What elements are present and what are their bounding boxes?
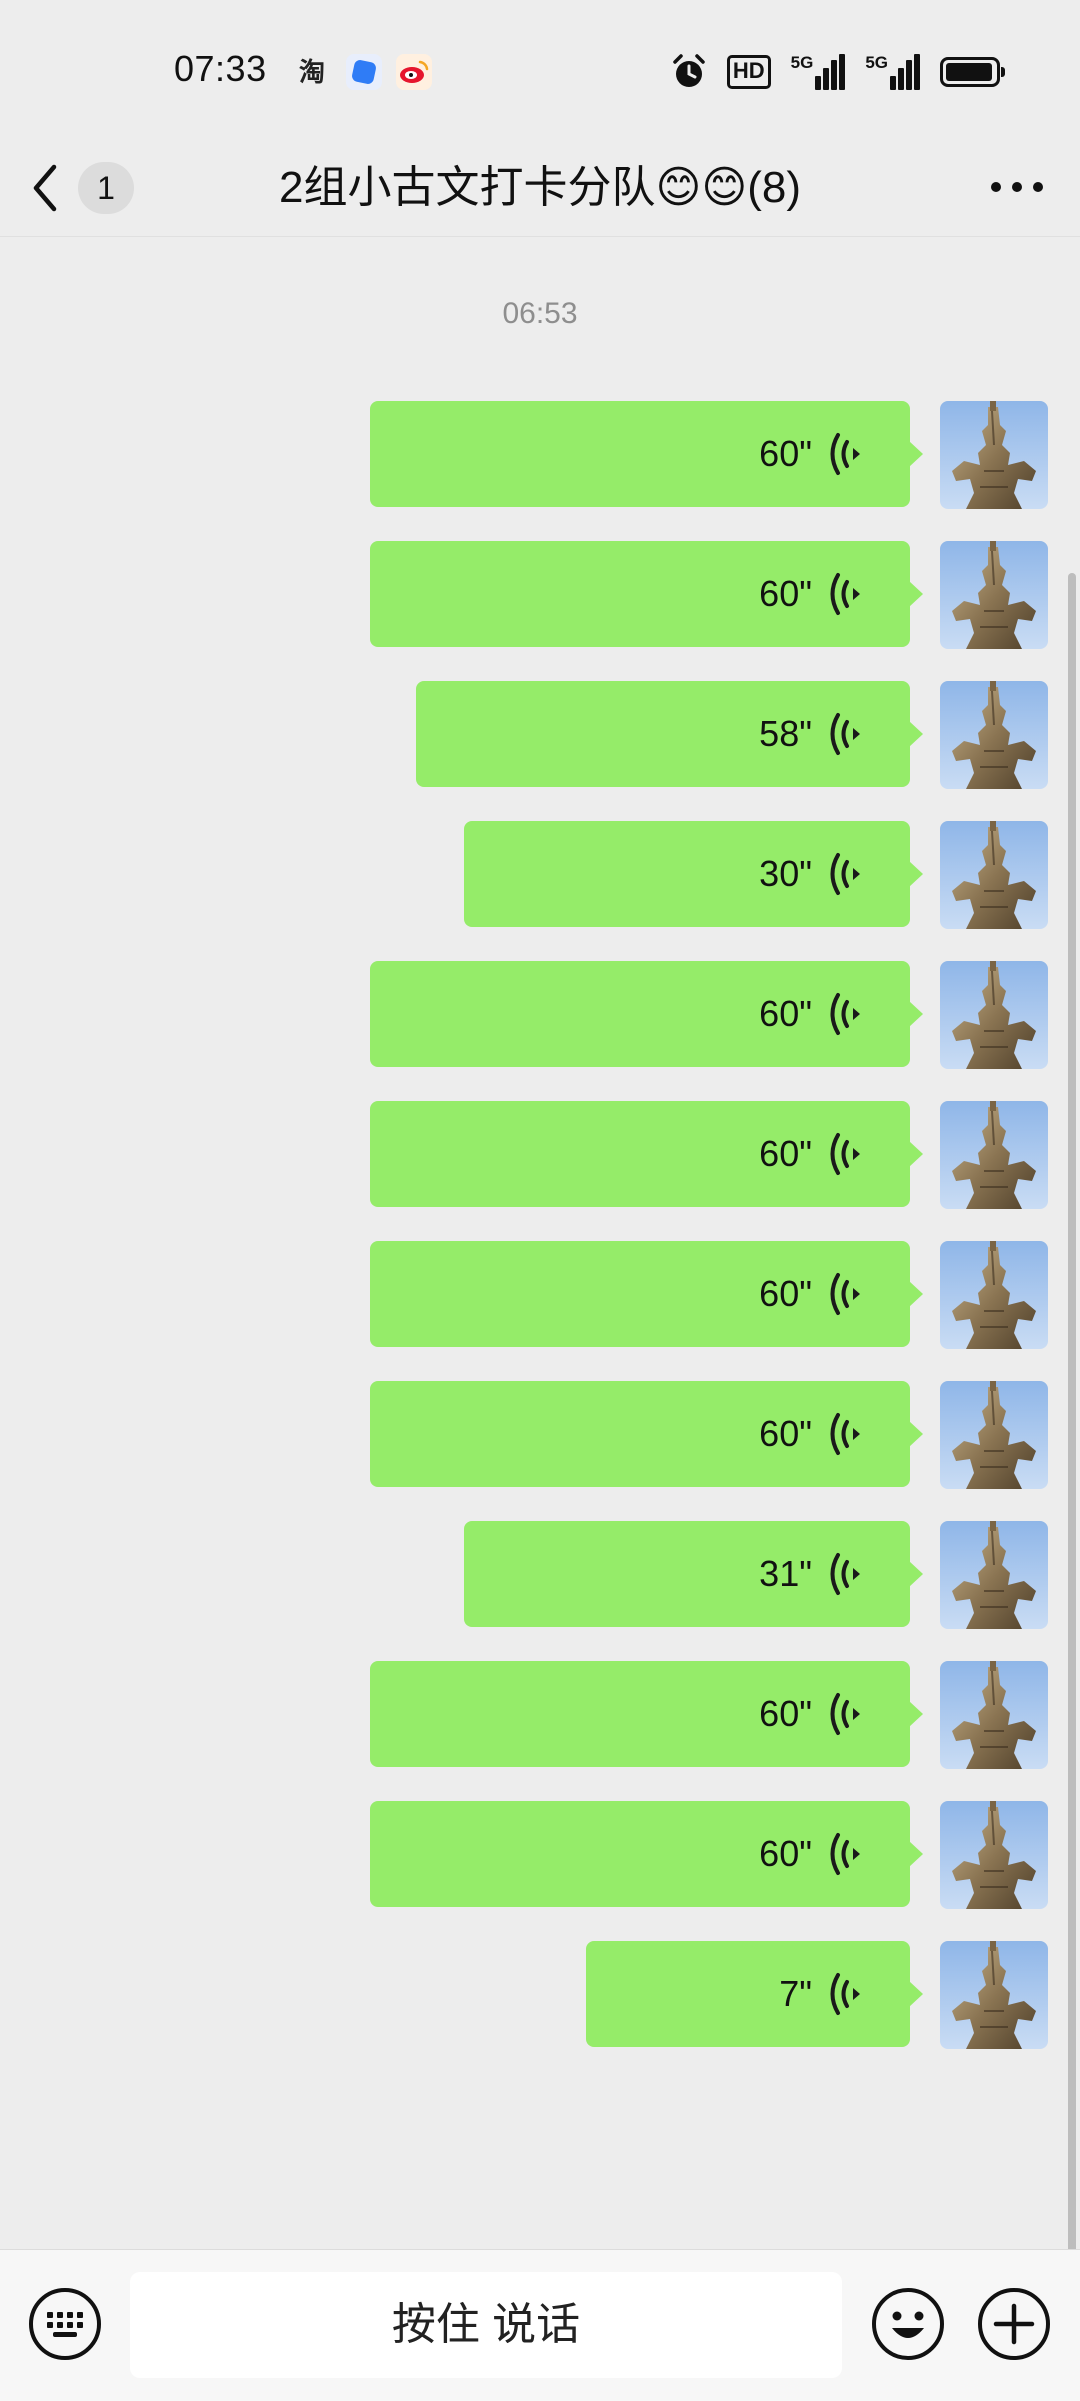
voice-message-bubble[interactable]: 60" <box>370 1381 923 1487</box>
message-row: 60" <box>370 401 1048 509</box>
battery-icon <box>940 57 1005 87</box>
voice-wave-icon <box>830 1413 860 1455</box>
message-row: 31" <box>464 1521 1048 1629</box>
unread-count-badge: 1 <box>78 162 134 214</box>
scrollbar[interactable] <box>1068 573 1076 2313</box>
status-bar: 07:33 淘 HD 5G 5G <box>0 0 1080 140</box>
voice-duration: 30" <box>759 853 812 894</box>
more-icon <box>991 182 1043 192</box>
chat-messages-area[interactable]: 06:53 60" 60" 58" 30" 60" 60" 60" 60" 31" 60" 60" 7… <box>0 237 1080 2313</box>
signal-icon-2: 5G <box>865 54 920 90</box>
user-avatar[interactable] <box>940 1521 1048 1629</box>
voice-duration: 60" <box>759 1273 812 1314</box>
voice-message-bubble[interactable]: 60" <box>370 401 923 507</box>
message-row: 30" <box>464 821 1048 929</box>
user-avatar[interactable] <box>940 1381 1048 1489</box>
message-row: 60" <box>370 1381 1048 1489</box>
hd-badge: HD <box>726 55 771 89</box>
user-avatar[interactable] <box>940 821 1048 929</box>
user-avatar[interactable] <box>940 681 1048 789</box>
message-timestamp: 06:53 <box>502 297 578 330</box>
input-bar: 按住 说话 <box>0 2249 1080 2401</box>
emoji-button[interactable] <box>870 2286 946 2362</box>
chevron-left-icon <box>33 164 57 212</box>
voice-message-bubble[interactable]: 31" <box>464 1521 923 1627</box>
taobao-icon: 淘 <box>298 57 325 87</box>
message-row: 60" <box>370 961 1048 1069</box>
voice-duration: 60" <box>759 1833 812 1874</box>
voice-message-bubble[interactable]: 30" <box>464 821 923 927</box>
voice-duration: 60" <box>759 1693 812 1734</box>
voice-message-bubble[interactable]: 60" <box>370 1801 923 1907</box>
chat-title: 2组小古文打卡分队😊😊(8) <box>279 163 801 212</box>
keyboard-icon <box>29 2288 101 2360</box>
signal-icon-1: 5G <box>791 54 846 90</box>
battery-level <box>946 63 992 81</box>
voice-wave-icon <box>830 573 860 615</box>
status-time: 07:33 <box>174 48 267 89</box>
emoji-icon <box>872 2288 944 2360</box>
voice-wave-icon <box>830 1833 860 1875</box>
voice-message-bubble[interactable]: 60" <box>370 1241 923 1347</box>
voice-message-bubble[interactable]: 7" <box>586 1941 923 2047</box>
voice-wave-icon <box>830 1973 860 2015</box>
network-type-label: 5G <box>790 53 814 72</box>
message-row: 60" <box>370 1801 1048 1909</box>
user-avatar[interactable] <box>940 1941 1048 2049</box>
voice-wave-icon <box>830 1693 860 1735</box>
voice-duration: 60" <box>759 1133 812 1174</box>
voice-message-bubble[interactable]: 60" <box>370 541 923 647</box>
message-row: 7" <box>586 1941 1048 2049</box>
voice-duration: 7" <box>779 1973 812 2014</box>
message-row: 60" <box>370 1101 1048 1209</box>
voice-duration: 60" <box>759 1413 812 1454</box>
voice-wave-icon <box>830 1553 860 1595</box>
voice-duration: 60" <box>759 433 812 474</box>
message-row: 60" <box>370 541 1048 649</box>
voice-duration: 60" <box>759 573 812 614</box>
user-avatar[interactable] <box>940 401 1048 509</box>
voice-wave-icon <box>830 1133 860 1175</box>
message-row: 60" <box>370 1661 1048 1769</box>
voice-message-bubble[interactable]: 60" <box>370 1101 923 1207</box>
voice-duration: 60" <box>759 993 812 1034</box>
weibo-icon <box>396 54 432 90</box>
keyboard-toggle-button[interactable] <box>27 2286 103 2362</box>
voice-wave-icon <box>830 1273 860 1315</box>
user-avatar[interactable] <box>940 1661 1048 1769</box>
message-row: 60" <box>370 1241 1048 1349</box>
user-avatar[interactable] <box>940 1101 1048 1209</box>
voice-wave-icon <box>830 433 860 475</box>
more-options-button[interactable] <box>984 154 1050 220</box>
back-button[interactable]: 1 <box>30 150 134 226</box>
alarm-icon <box>673 54 705 87</box>
voice-wave-icon <box>830 993 860 1035</box>
voice-message-bubble[interactable]: 60" <box>370 961 923 1067</box>
user-avatar[interactable] <box>940 541 1048 649</box>
more-actions-button[interactable] <box>976 2286 1052 2362</box>
voice-message-bubble[interactable]: 58" <box>416 681 923 787</box>
voice-duration: 31" <box>759 1553 812 1594</box>
voice-wave-icon <box>830 853 860 895</box>
voice-duration: 58" <box>759 713 812 754</box>
plus-icon <box>978 2288 1050 2360</box>
hold-to-talk-button[interactable]: 按住 说话 <box>130 2272 842 2378</box>
user-avatar[interactable] <box>940 1241 1048 1349</box>
user-avatar[interactable] <box>940 1801 1048 1909</box>
blue-app-icon <box>346 54 382 90</box>
status-indicators: HD 5G 5G <box>671 52 1005 92</box>
network-type-label: 5G <box>865 53 888 72</box>
message-row: 58" <box>416 681 1048 789</box>
user-avatar[interactable] <box>940 961 1048 1069</box>
voice-message-bubble[interactable]: 60" <box>370 1661 923 1767</box>
chat-header: 1 2组小古文打卡分队😊😊(8) <box>0 140 1080 237</box>
voice-wave-icon <box>830 713 860 755</box>
